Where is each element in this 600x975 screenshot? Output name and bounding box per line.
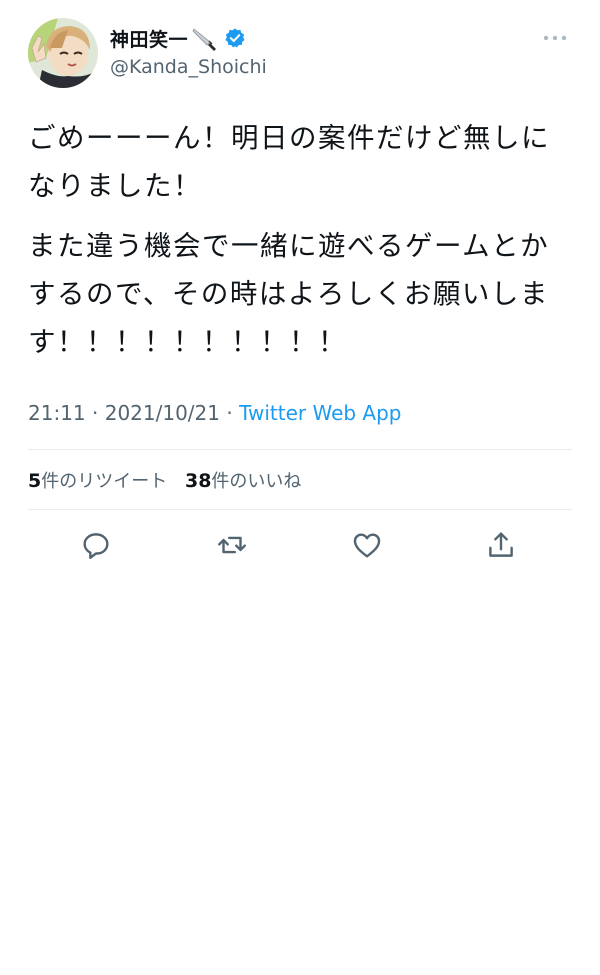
avatar[interactable] xyxy=(28,18,98,88)
tweet-time[interactable]: 21:11 xyxy=(28,401,86,425)
avatar-image xyxy=(28,18,98,88)
meta-separator: · xyxy=(226,401,233,425)
divider xyxy=(28,509,572,510)
retweet-button[interactable] xyxy=(215,528,249,562)
knife-icon xyxy=(190,24,218,52)
more-options-icon[interactable] xyxy=(542,28,568,48)
share-icon xyxy=(489,532,513,557)
likes-count: 38 xyxy=(184,470,212,492)
user-name-block: 神田笑一 @Kanda_Shoichi xyxy=(110,24,267,78)
retweets-count: 5 xyxy=(28,470,42,492)
likes-label: 件のいいね xyxy=(211,471,302,492)
tweet-date[interactable]: 2021/10/21 xyxy=(105,401,220,425)
like-button[interactable] xyxy=(350,528,384,562)
tweet-source-link[interactable]: Twitter Web App xyxy=(239,401,401,425)
likes-stat[interactable]: 38件のいいね xyxy=(184,470,302,492)
user-handle[interactable]: @Kanda_Shoichi xyxy=(110,56,267,78)
retweets-stat[interactable]: 5件のリツイート xyxy=(28,470,168,492)
tweet-stats: 5件のリツイート 38件のいいね xyxy=(28,467,313,493)
retweet-icon xyxy=(218,536,246,554)
reply-icon xyxy=(83,533,109,559)
display-name[interactable]: 神田笑一 xyxy=(110,25,188,52)
tweet-paragraph-2: また違う機会で一緒に遊べるゲームとかするので、その時はよろしくお願いします！！！… xyxy=(28,230,550,358)
tweet-metadata: 21:11 · 2021/10/21 · Twitter Web App xyxy=(28,401,402,425)
meta-separator: · xyxy=(92,401,99,425)
tweet-text: ごめーーーん！明日の案件だけど無しになりました！ また違う機会で一緒に遊べるゲー… xyxy=(28,114,578,378)
verified-badge-icon xyxy=(224,27,246,49)
reply-button[interactable] xyxy=(79,528,113,562)
retweets-label: 件のリツイート xyxy=(41,471,168,492)
tweet-actions xyxy=(28,524,572,564)
share-button[interactable] xyxy=(484,528,518,562)
name-row: 神田笑一 xyxy=(110,24,267,52)
like-icon xyxy=(353,533,381,558)
divider xyxy=(28,449,572,450)
tweet-header: 神田笑一 @Kanda_Shoichi xyxy=(28,18,572,90)
tweet-paragraph-1: ごめーーーん！明日の案件だけど無しになりました！ xyxy=(28,122,550,202)
